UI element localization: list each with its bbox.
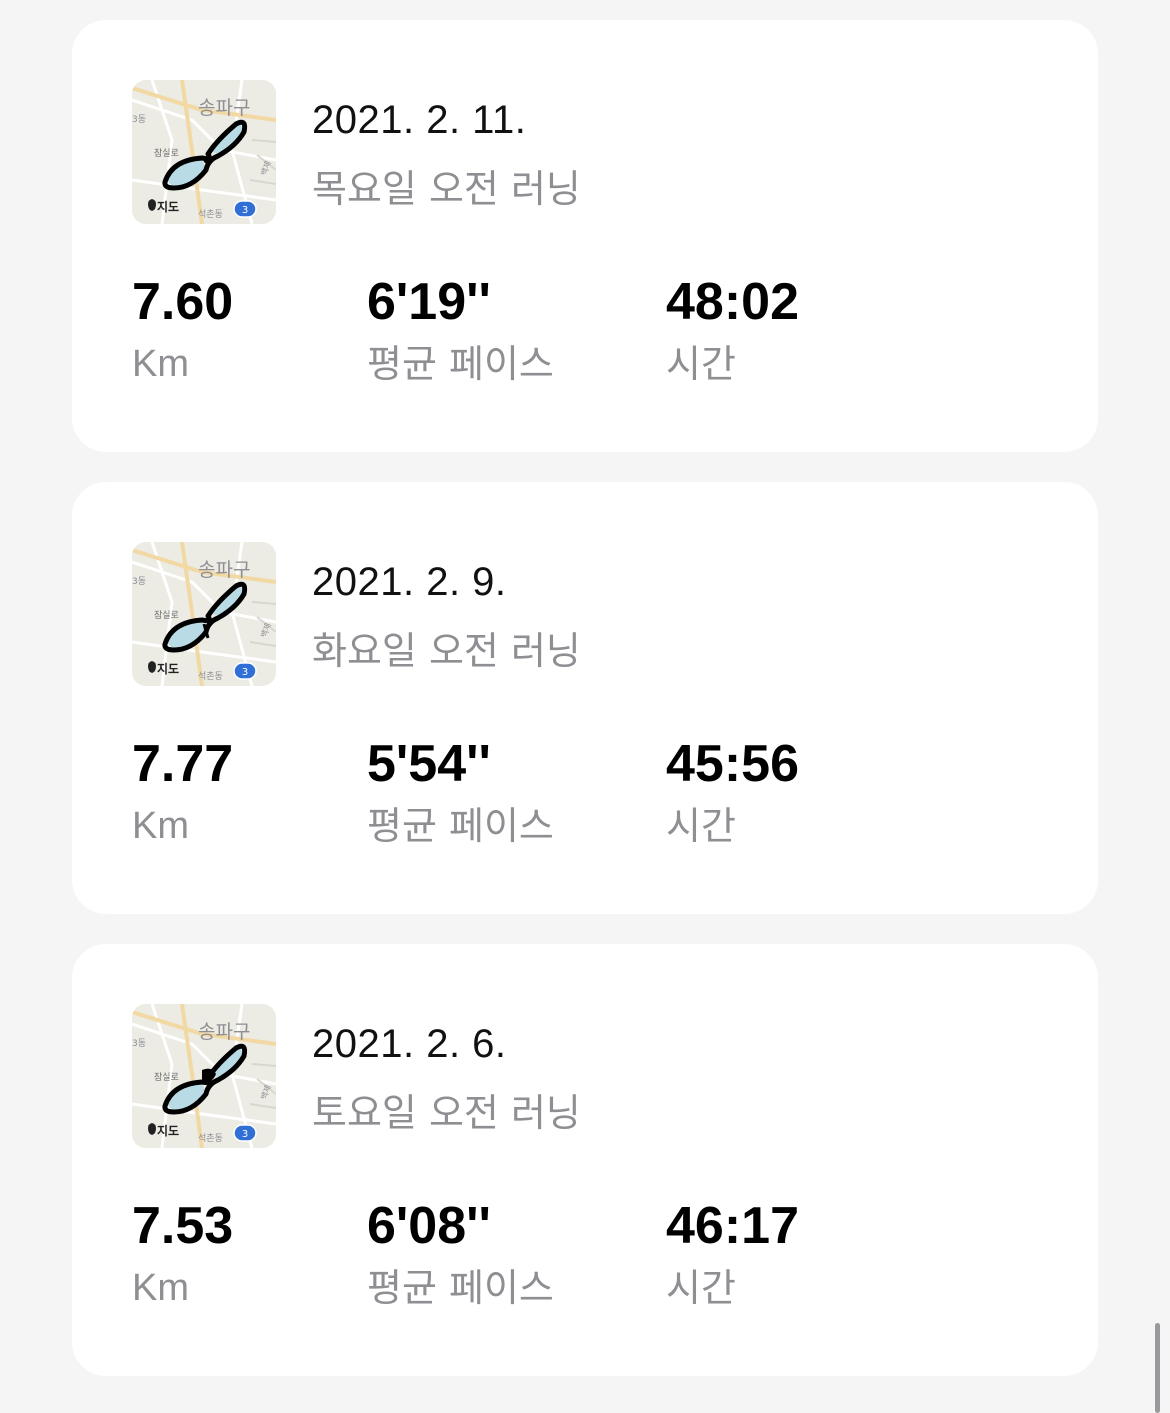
run-title: 화요일 오전 러닝 bbox=[312, 629, 581, 673]
run-card[interactable]: 송파구 잠실로 3동 백제 석촌동 지도 3 2021. 2. 11. 목요일 … bbox=[72, 20, 1098, 452]
svg-text:3동: 3동 bbox=[132, 1038, 146, 1049]
svg-text:지도: 지도 bbox=[157, 199, 179, 214]
time-label: 시간 bbox=[666, 804, 736, 848]
svg-text:잠실로: 잠실로 bbox=[154, 148, 179, 159]
run-title: 목요일 오전 러닝 bbox=[312, 167, 581, 211]
svg-text:석촌동: 석촌동 bbox=[198, 671, 223, 682]
distance-unit: Km bbox=[132, 805, 189, 847]
pace-label: 평균 페이스 bbox=[367, 342, 554, 386]
time-label: 시간 bbox=[666, 1266, 736, 1310]
run-date: 2021. 2. 11. bbox=[312, 98, 527, 142]
run-card[interactable]: 송파구 잠실로 3동 백제 석촌동 지도 3 2021. 2. 9. 화요일 오… bbox=[72, 482, 1098, 914]
route-map-thumbnail: 송파구 잠실로 3동 백제 석촌동 지도 3 bbox=[132, 1004, 276, 1148]
run-date: 2021. 2. 9. bbox=[312, 560, 507, 604]
svg-text:송파구: 송파구 bbox=[198, 559, 250, 581]
time-value: 48:02 bbox=[666, 273, 799, 331]
pace-stat: 6'19'' 평균 페이스 bbox=[367, 276, 554, 388]
svg-text:잠실로: 잠실로 bbox=[154, 610, 179, 621]
time-stat: 46:17 시간 bbox=[666, 1200, 799, 1312]
route-map-icon: 송파구 잠실로 3동 백제 석촌동 지도 3 bbox=[132, 1004, 276, 1148]
pace-stat: 6'08'' 평균 페이스 bbox=[367, 1200, 554, 1312]
distance-value: 7.77 bbox=[132, 735, 234, 793]
pace-label: 평균 페이스 bbox=[367, 804, 554, 848]
pace-value: 6'08'' bbox=[367, 1197, 491, 1255]
time-stat: 45:56 시간 bbox=[666, 738, 799, 850]
svg-text:지도: 지도 bbox=[157, 661, 179, 676]
svg-text:석촌동: 석촌동 bbox=[198, 209, 223, 220]
svg-text:3: 3 bbox=[242, 667, 248, 678]
svg-text:3동: 3동 bbox=[132, 576, 146, 587]
pace-stat: 5'54'' 평균 페이스 bbox=[367, 738, 554, 850]
time-value: 45:56 bbox=[666, 735, 799, 793]
route-map-thumbnail: 송파구 잠실로 3동 백제 석촌동 지도 3 bbox=[132, 542, 276, 686]
route-map-thumbnail: 송파구 잠실로 3동 백제 석촌동 지도 3 bbox=[132, 80, 276, 224]
time-stat: 48:02 시간 bbox=[666, 276, 799, 388]
distance-stat: 7.77 Km bbox=[132, 738, 233, 850]
pace-value: 5'54'' bbox=[367, 735, 491, 793]
svg-text:3: 3 bbox=[242, 205, 248, 216]
run-date: 2021. 2. 6. bbox=[312, 1022, 507, 1066]
distance-value: 7.60 bbox=[132, 273, 234, 331]
svg-text:3동: 3동 bbox=[132, 114, 146, 125]
distance-unit: Km bbox=[132, 343, 189, 385]
svg-text:송파구: 송파구 bbox=[198, 97, 250, 119]
distance-value: 7.53 bbox=[132, 1197, 234, 1255]
svg-text:송파구: 송파구 bbox=[198, 1021, 250, 1043]
distance-unit: Km bbox=[132, 1267, 189, 1309]
distance-stat: 7.53 Km bbox=[132, 1200, 233, 1312]
time-label: 시간 bbox=[666, 342, 736, 386]
pace-value: 6'19'' bbox=[367, 273, 491, 331]
pace-label: 평균 페이스 bbox=[367, 1266, 554, 1310]
svg-text:3: 3 bbox=[242, 1129, 248, 1140]
scrollbar[interactable] bbox=[1155, 1323, 1160, 1413]
svg-text:지도: 지도 bbox=[157, 1123, 179, 1138]
svg-text:잠실로: 잠실로 bbox=[154, 1072, 179, 1083]
svg-text:석촌동: 석촌동 bbox=[198, 1133, 223, 1144]
time-value: 46:17 bbox=[666, 1197, 799, 1255]
run-title: 토요일 오전 러닝 bbox=[312, 1091, 581, 1135]
distance-stat: 7.60 Km bbox=[132, 276, 233, 388]
route-map-icon: 송파구 잠실로 3동 백제 석촌동 지도 3 bbox=[132, 542, 276, 686]
route-map-icon: 송파구 잠실로 3동 백제 석촌동 지도 3 bbox=[132, 80, 276, 224]
run-card[interactable]: 송파구 잠실로 3동 백제 석촌동 지도 3 2021. 2. 6. 토요일 오… bbox=[72, 944, 1098, 1376]
